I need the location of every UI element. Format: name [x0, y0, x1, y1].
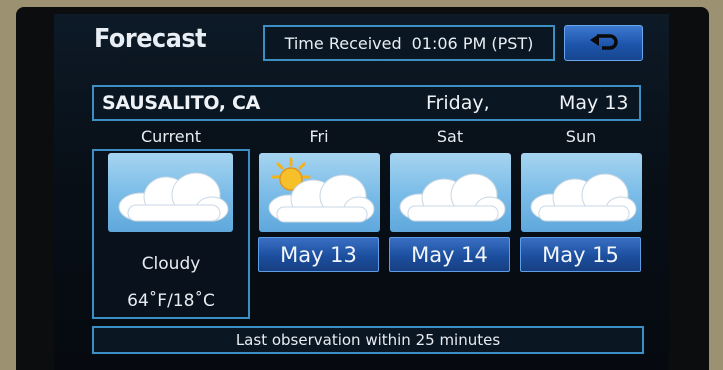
- page-title: Forecast: [94, 24, 207, 54]
- back-button[interactable]: [564, 25, 643, 61]
- forecast-day-sat: Sat: [436, 127, 464, 146]
- forecast-day-sun: Sun: [565, 127, 597, 146]
- forecast-tile-sun[interactable]: [521, 153, 642, 232]
- forecast-day-fri: Fri: [309, 127, 329, 146]
- current-label: Current: [140, 127, 202, 146]
- location-bar: SAUSALITO, CA Friday, May 13: [92, 85, 641, 121]
- location-day: Friday,: [426, 92, 490, 114]
- current-condition: Cloudy: [141, 254, 201, 274]
- back-arrow-icon: [586, 30, 622, 56]
- status-bar: Last observation within 25 minutes: [92, 326, 644, 354]
- time-received-value: 01:06 PM (PST): [411, 33, 534, 53]
- current-temperature: 64˚F/18˚C: [127, 291, 215, 311]
- forecast-date-button-sat[interactable]: May 14: [389, 237, 510, 272]
- forecast-date-button-sun[interactable]: May 15: [520, 237, 641, 272]
- forecast-tile-fri[interactable]: [259, 153, 380, 232]
- location-date: May 13: [559, 92, 629, 114]
- time-received-box: Time Received 01:06 PM (PST): [263, 25, 555, 61]
- current-weather-tile: [108, 153, 233, 232]
- forecast-date-button-fri[interactable]: May 13: [258, 237, 379, 272]
- location-city: SAUSALITO, CA: [102, 92, 261, 114]
- status-text: Last observation within 25 minutes: [235, 331, 501, 349]
- time-received-label: Time Received: [284, 33, 402, 53]
- forecast-tile-sat[interactable]: [390, 153, 511, 232]
